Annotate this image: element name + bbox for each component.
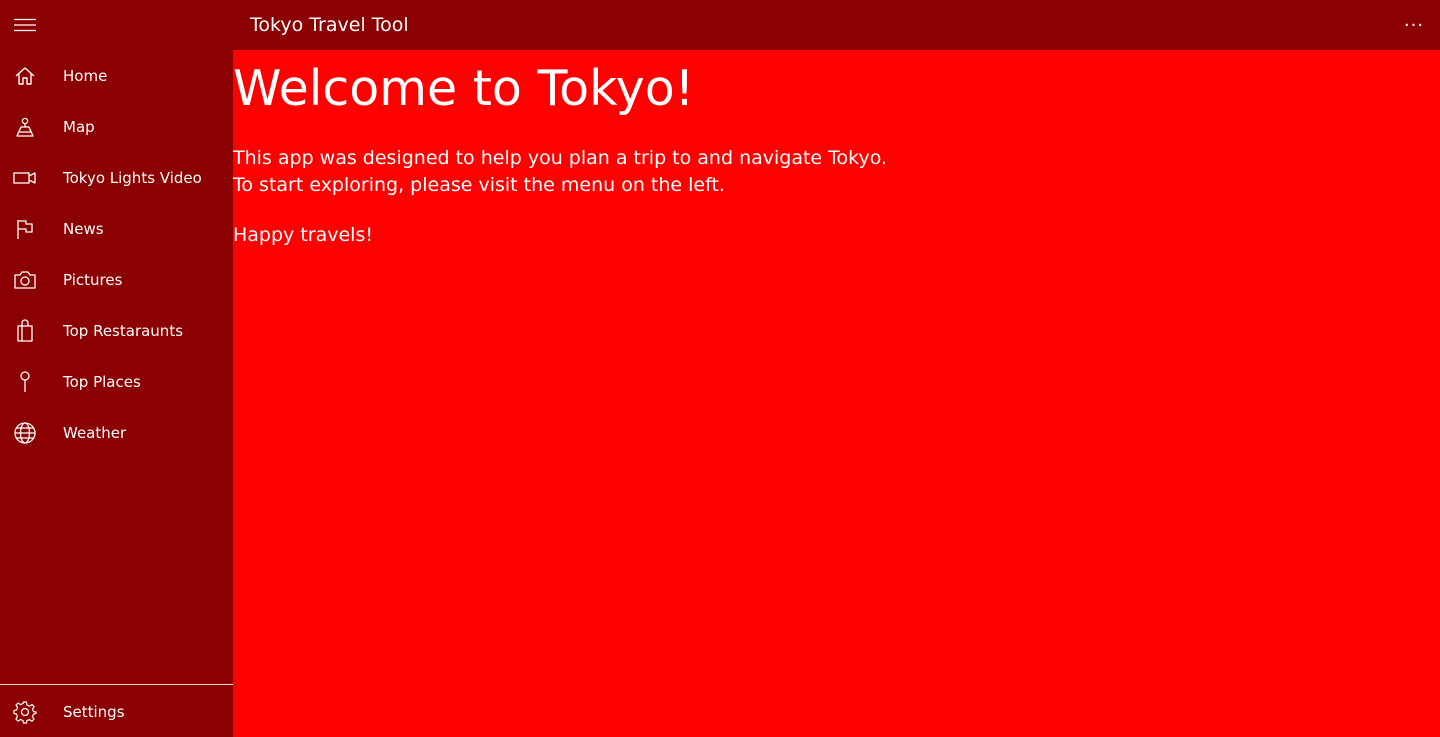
nav-item-news[interactable]: News [0, 203, 233, 254]
more-options-button[interactable]: ··· [1388, 0, 1440, 50]
app-window: Tokyo Travel Tool ··· Home Map Tokyo Lig… [0, 0, 1440, 737]
nav-item-top-places[interactable]: Top Places [0, 356, 233, 407]
flag-icon [0, 203, 50, 254]
page-title: Welcome to Tokyo! [233, 60, 695, 117]
nav-item-label: Weather [63, 423, 127, 442]
nav-item-label: Top Restaraunts [63, 321, 184, 340]
video-icon [0, 152, 50, 203]
intro-text-line: To start exploring, please visit the men… [233, 174, 725, 196]
intro-text-line: This app was designed to help you plan a… [233, 147, 888, 169]
nav-item-tokyo-lights-video[interactable]: Tokyo Lights Video [0, 152, 233, 203]
shopping-bag-icon [0, 305, 50, 356]
camera-icon [0, 254, 50, 305]
gear-icon [0, 686, 50, 737]
navigation-pane: Home Map Tokyo Lights Video News Picture… [0, 50, 233, 737]
pin-icon [0, 356, 50, 407]
nav-item-pictures[interactable]: Pictures [0, 254, 233, 305]
nav-item-label: Pictures [63, 270, 123, 289]
nav-divider [0, 684, 233, 685]
nav-item-label: Home [63, 66, 108, 85]
globe-icon [0, 407, 50, 458]
closing-text: Happy travels! [233, 224, 373, 246]
home-icon [0, 50, 50, 101]
nav-item-top-restaraunts[interactable]: Top Restaraunts [0, 305, 233, 356]
nav-item-label: Top Places [63, 372, 141, 391]
nav-item-settings[interactable]: Settings [0, 686, 233, 737]
nav-item-label: News [63, 219, 104, 238]
hamburger-icon [14, 18, 36, 32]
nav-item-home[interactable]: Home [0, 50, 233, 101]
nav-item-label: Settings [63, 702, 125, 721]
map-icon [0, 101, 50, 152]
hamburger-menu-button[interactable] [0, 0, 50, 50]
nav-item-weather[interactable]: Weather [0, 407, 233, 458]
app-title: Tokyo Travel Tool [250, 14, 409, 36]
nav-item-map[interactable]: Map [0, 101, 233, 152]
main-content: Welcome to Tokyo! This app was designed … [233, 50, 1440, 737]
nav-item-label: Tokyo Lights Video [63, 168, 202, 187]
nav-item-label: Map [63, 117, 95, 136]
title-bar: Tokyo Travel Tool ··· [0, 0, 1440, 50]
